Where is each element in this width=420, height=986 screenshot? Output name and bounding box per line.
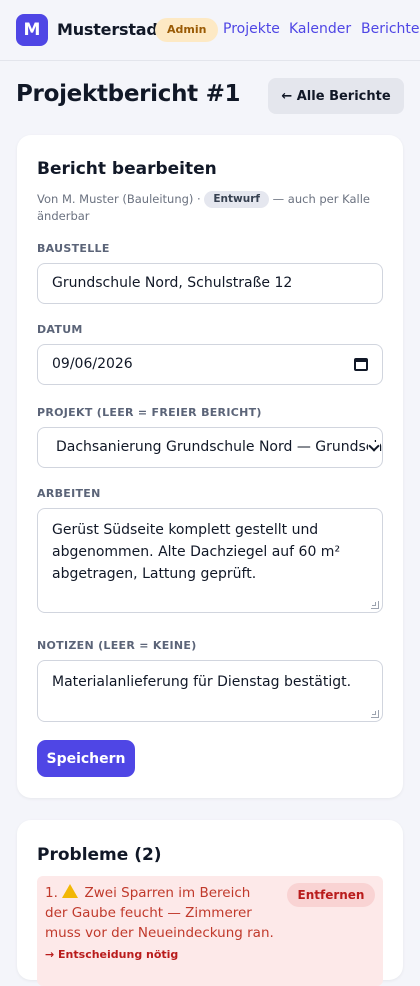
chevron-down-icon	[368, 442, 380, 454]
byline-author: Von M. Muster (Bauleitung) ·	[37, 192, 201, 206]
baustelle-input[interactable]: Grundschule Nord, Schulstraße 12	[37, 263, 383, 304]
top-bar: M Musterstadt Admin Projekte Kalender Be…	[0, 0, 420, 61]
projekt-label: PROJEKT (LEER = FREIER BERICHT)	[37, 406, 262, 419]
warning-icon	[62, 884, 79, 898]
role-badge: Admin	[155, 18, 219, 42]
edit-report-card: Bericht bearbeiten Von M. Muster (Baulei…	[17, 135, 403, 798]
logo[interactable]: M	[16, 14, 48, 46]
datum-input[interactable]: 09/06/2026	[37, 344, 383, 385]
problem-number: 1.	[45, 885, 58, 901]
nav-link-kalender[interactable]: Kalender	[289, 21, 351, 37]
problem-description: Zwei Sparren im Bereich der Gaube feucht…	[45, 885, 274, 941]
problem-text: 1. Zwei Sparren im Bereich der Gaube feu…	[45, 883, 277, 943]
arbeiten-textarea[interactable]: Gerüst Südseite komplett gestellt und ab…	[37, 508, 383, 613]
nav-link-berichte[interactable]: Berichte	[361, 21, 420, 37]
page-title: Projektbericht #1	[16, 81, 241, 107]
brand-name[interactable]: Musterstadt	[57, 20, 165, 39]
problem-item: 1. Zwei Sparren im Bereich der Gaube feu…	[37, 876, 383, 986]
datum-label: DATUM	[37, 323, 83, 336]
notizen-value: Materialanlieferung für Dienstag bestäti…	[52, 674, 352, 690]
resize-handle-icon[interactable]	[371, 601, 379, 609]
arbeiten-label: ARBEITEN	[37, 487, 101, 500]
status-badge: Entwurf	[204, 191, 269, 208]
remove-problem-button[interactable]: Entfernen	[287, 883, 375, 907]
all-reports-button[interactable]: ← Alle Berichte	[268, 78, 404, 114]
resize-handle-icon[interactable]	[371, 710, 379, 718]
report-byline: Von M. Muster (Bauleitung) · Entwurf — a…	[37, 191, 383, 224]
card-title: Bericht bearbeiten	[37, 159, 217, 179]
calendar-icon[interactable]	[354, 358, 368, 371]
notizen-label: NOTIZEN (LEER = KEINE)	[37, 639, 197, 652]
projekt-select[interactable]: Dachsanierung Grundschule Nord — Grundsc…	[37, 427, 383, 468]
arbeiten-value: Gerüst Südseite komplett gestellt und ab…	[52, 522, 341, 582]
nav-link-projekte[interactable]: Projekte	[223, 21, 280, 37]
problems-card: Probleme (2) 1. Zwei Sparren im Bereich …	[17, 820, 403, 986]
decision-note: → Entscheidung nötig	[45, 948, 179, 961]
baustelle-label: BAUSTELLE	[37, 242, 110, 255]
datum-value: 09/06/2026	[52, 356, 133, 372]
projekt-value: Dachsanierung Grundschule Nord — Grundsc…	[56, 439, 382, 455]
notizen-textarea[interactable]: Materialanlieferung für Dienstag bestäti…	[37, 660, 383, 722]
save-button[interactable]: Speichern	[37, 740, 135, 777]
problems-title: Probleme (2)	[37, 845, 162, 865]
